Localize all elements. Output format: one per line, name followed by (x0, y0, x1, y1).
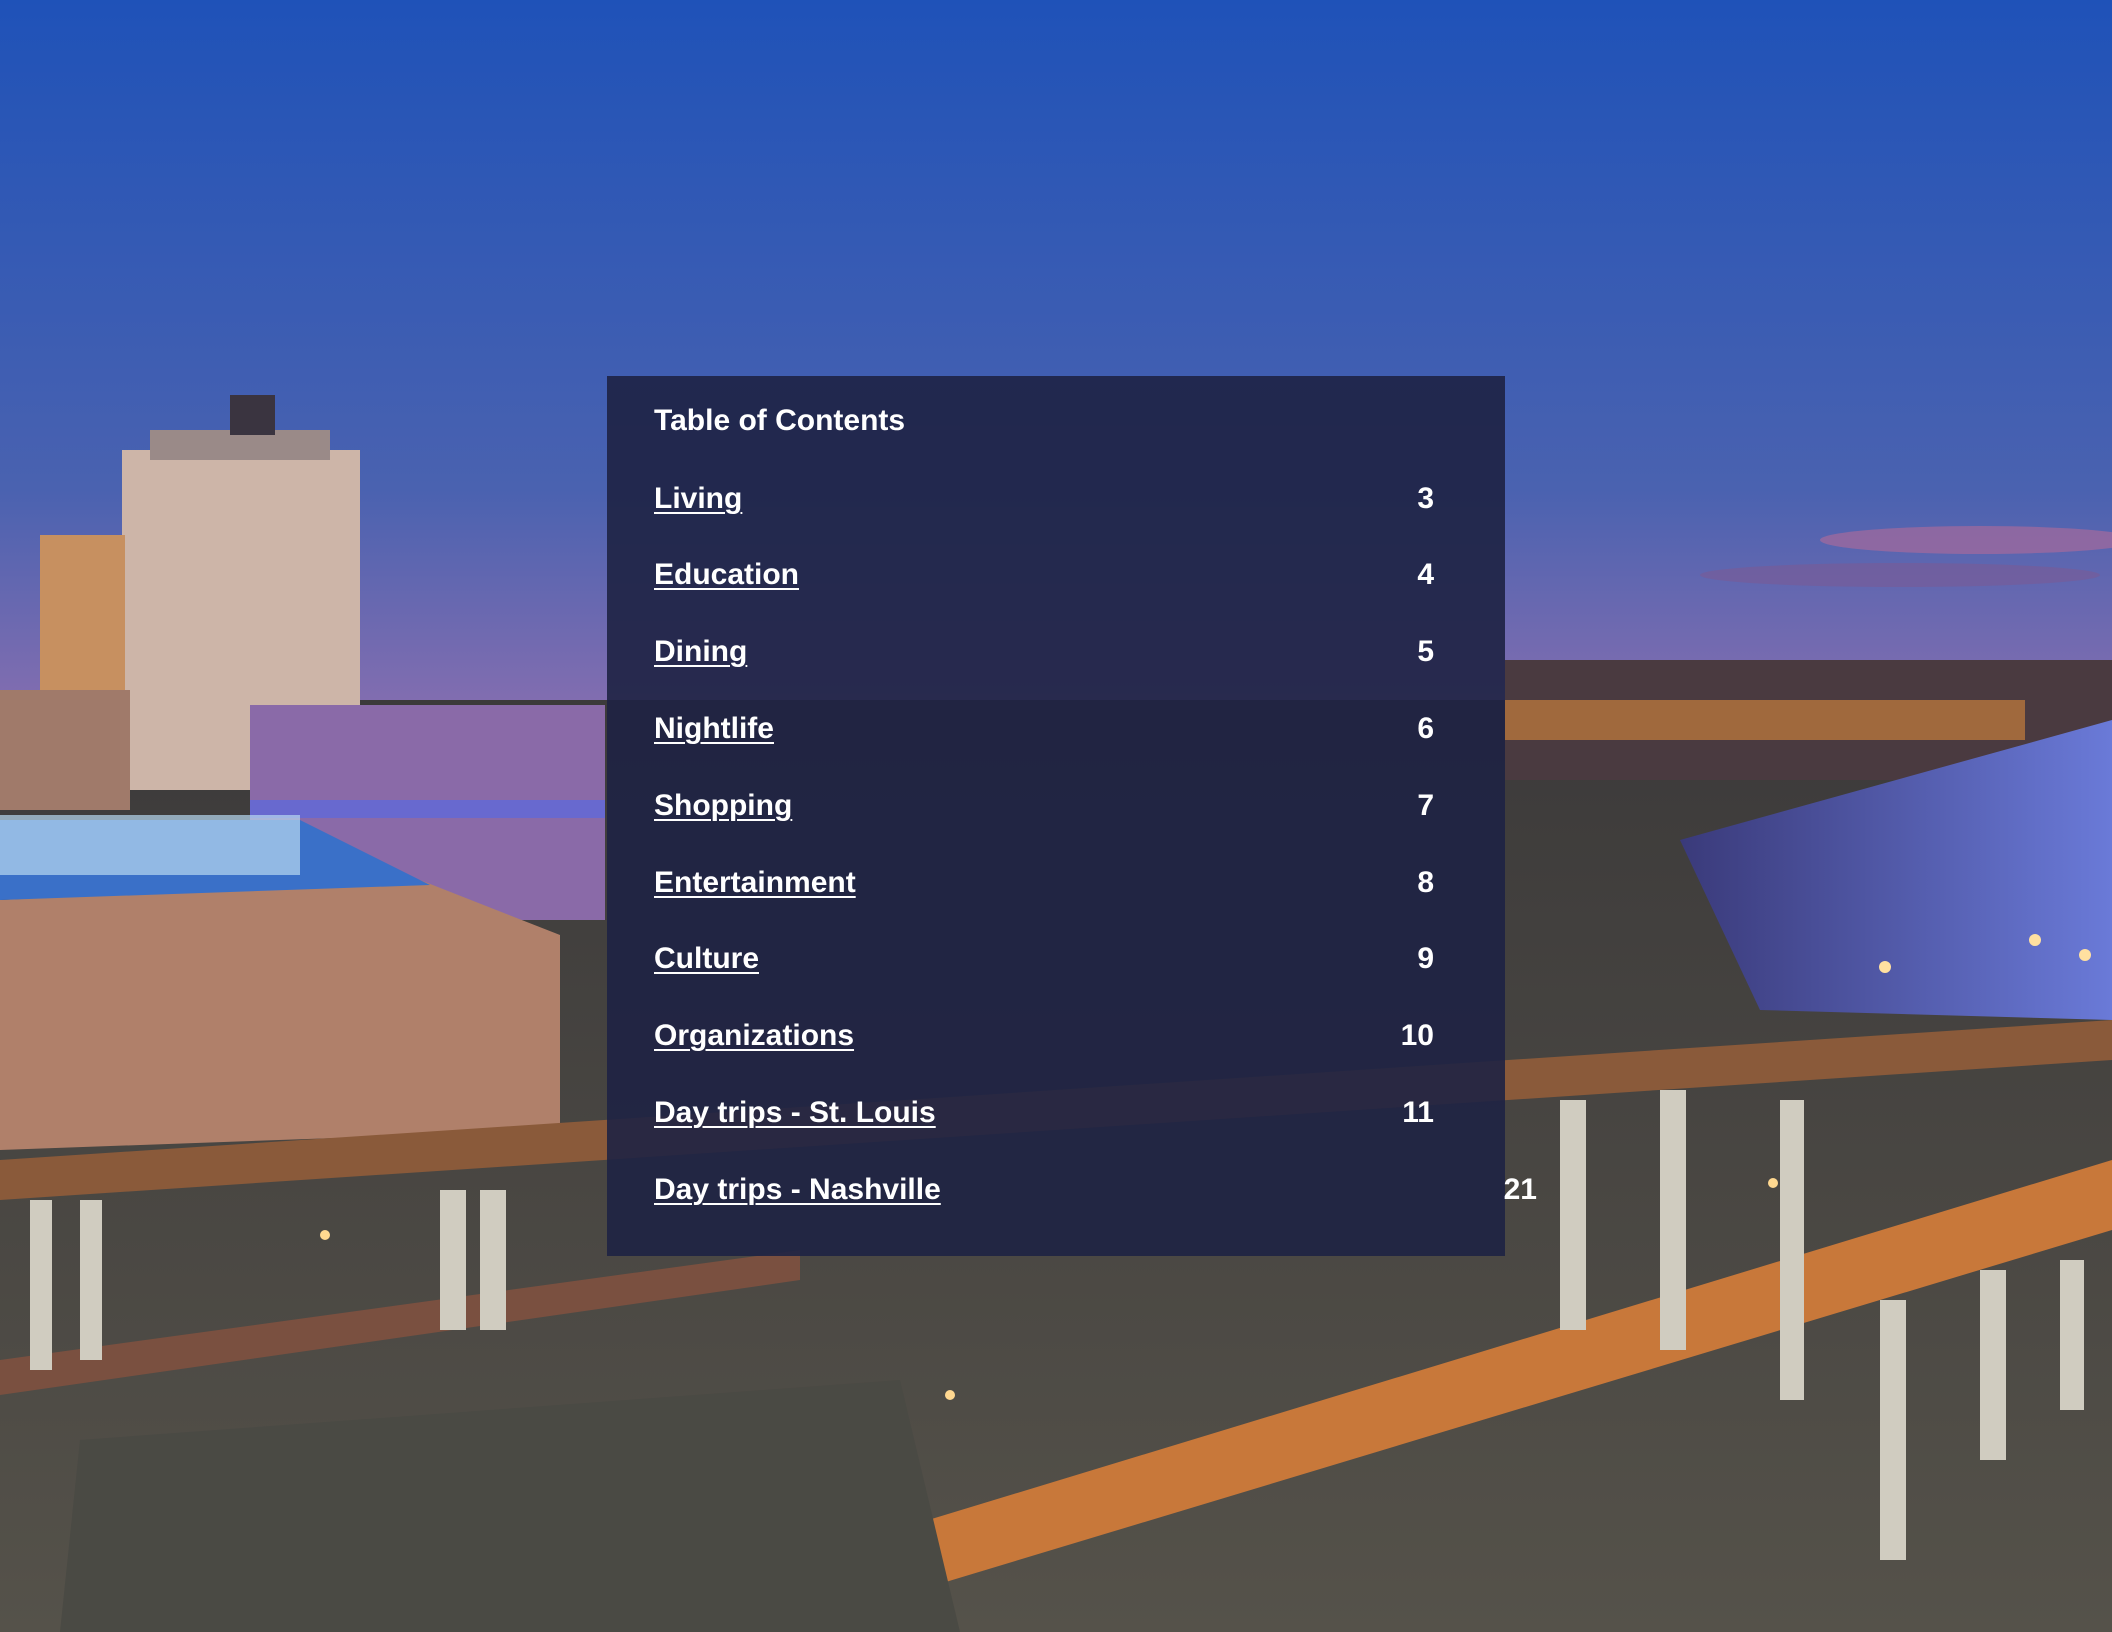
toc-entry-education[interactable]: Education 4 (654, 558, 1434, 608)
toc-entry-culture[interactable]: Culture 9 (654, 942, 1434, 992)
toc-entry-page: 11 (1402, 1096, 1434, 1129)
toc-entry-label[interactable]: Shopping (654, 789, 792, 823)
toc-entry-page: 6 (1417, 712, 1434, 745)
toc-entry-page: 5 (1417, 635, 1434, 668)
toc-entry-page: 8 (1417, 866, 1434, 899)
toc-entry-label[interactable]: Nightlife (654, 712, 774, 746)
toc-entry-day-trips-st-louis[interactable]: Day trips - St. Louis 11 (654, 1096, 1434, 1146)
toc-entry-label[interactable]: Organizations (654, 1019, 854, 1053)
toc-entry-organizations[interactable]: Organizations 10 (654, 1019, 1434, 1069)
toc-entry-label[interactable]: Culture (654, 942, 759, 976)
toc-entry-label[interactable]: Education (654, 558, 799, 592)
toc-entry-page: 4 (1417, 558, 1434, 591)
toc-entry-label[interactable]: Day trips - St. Louis (654, 1096, 936, 1130)
toc-entry-label[interactable]: Dining (654, 635, 747, 669)
toc-entry-label[interactable]: Entertainment (654, 866, 856, 900)
toc-entry-entertainment[interactable]: Entertainment 8 (654, 866, 1434, 916)
toc-entry-page: 7 (1417, 789, 1434, 822)
toc-entry-label[interactable]: Living (654, 482, 742, 516)
toc-entry-page: 21 (1503, 1173, 1537, 1206)
toc-entry-label[interactable]: Day trips - Nashville (654, 1173, 941, 1207)
table-of-contents-panel: Table of Contents Living 3 Education 4 D… (607, 376, 1537, 1256)
toc-entry-day-trips-nashville[interactable]: Day trips - Nashville 21 (654, 1173, 1537, 1223)
toc-title: Table of Contents (654, 404, 906, 437)
toc-entry-page: 3 (1417, 482, 1434, 515)
toc-entry-shopping[interactable]: Shopping 7 (654, 789, 1434, 839)
toc-entry-dining[interactable]: Dining 5 (654, 635, 1434, 685)
toc-entry-page: 10 (1400, 1019, 1434, 1052)
toc-entry-page: 9 (1417, 942, 1434, 975)
toc-entry-living[interactable]: Living 3 (654, 482, 1434, 532)
toc-entry-nightlife[interactable]: Nightlife 6 (654, 712, 1434, 762)
